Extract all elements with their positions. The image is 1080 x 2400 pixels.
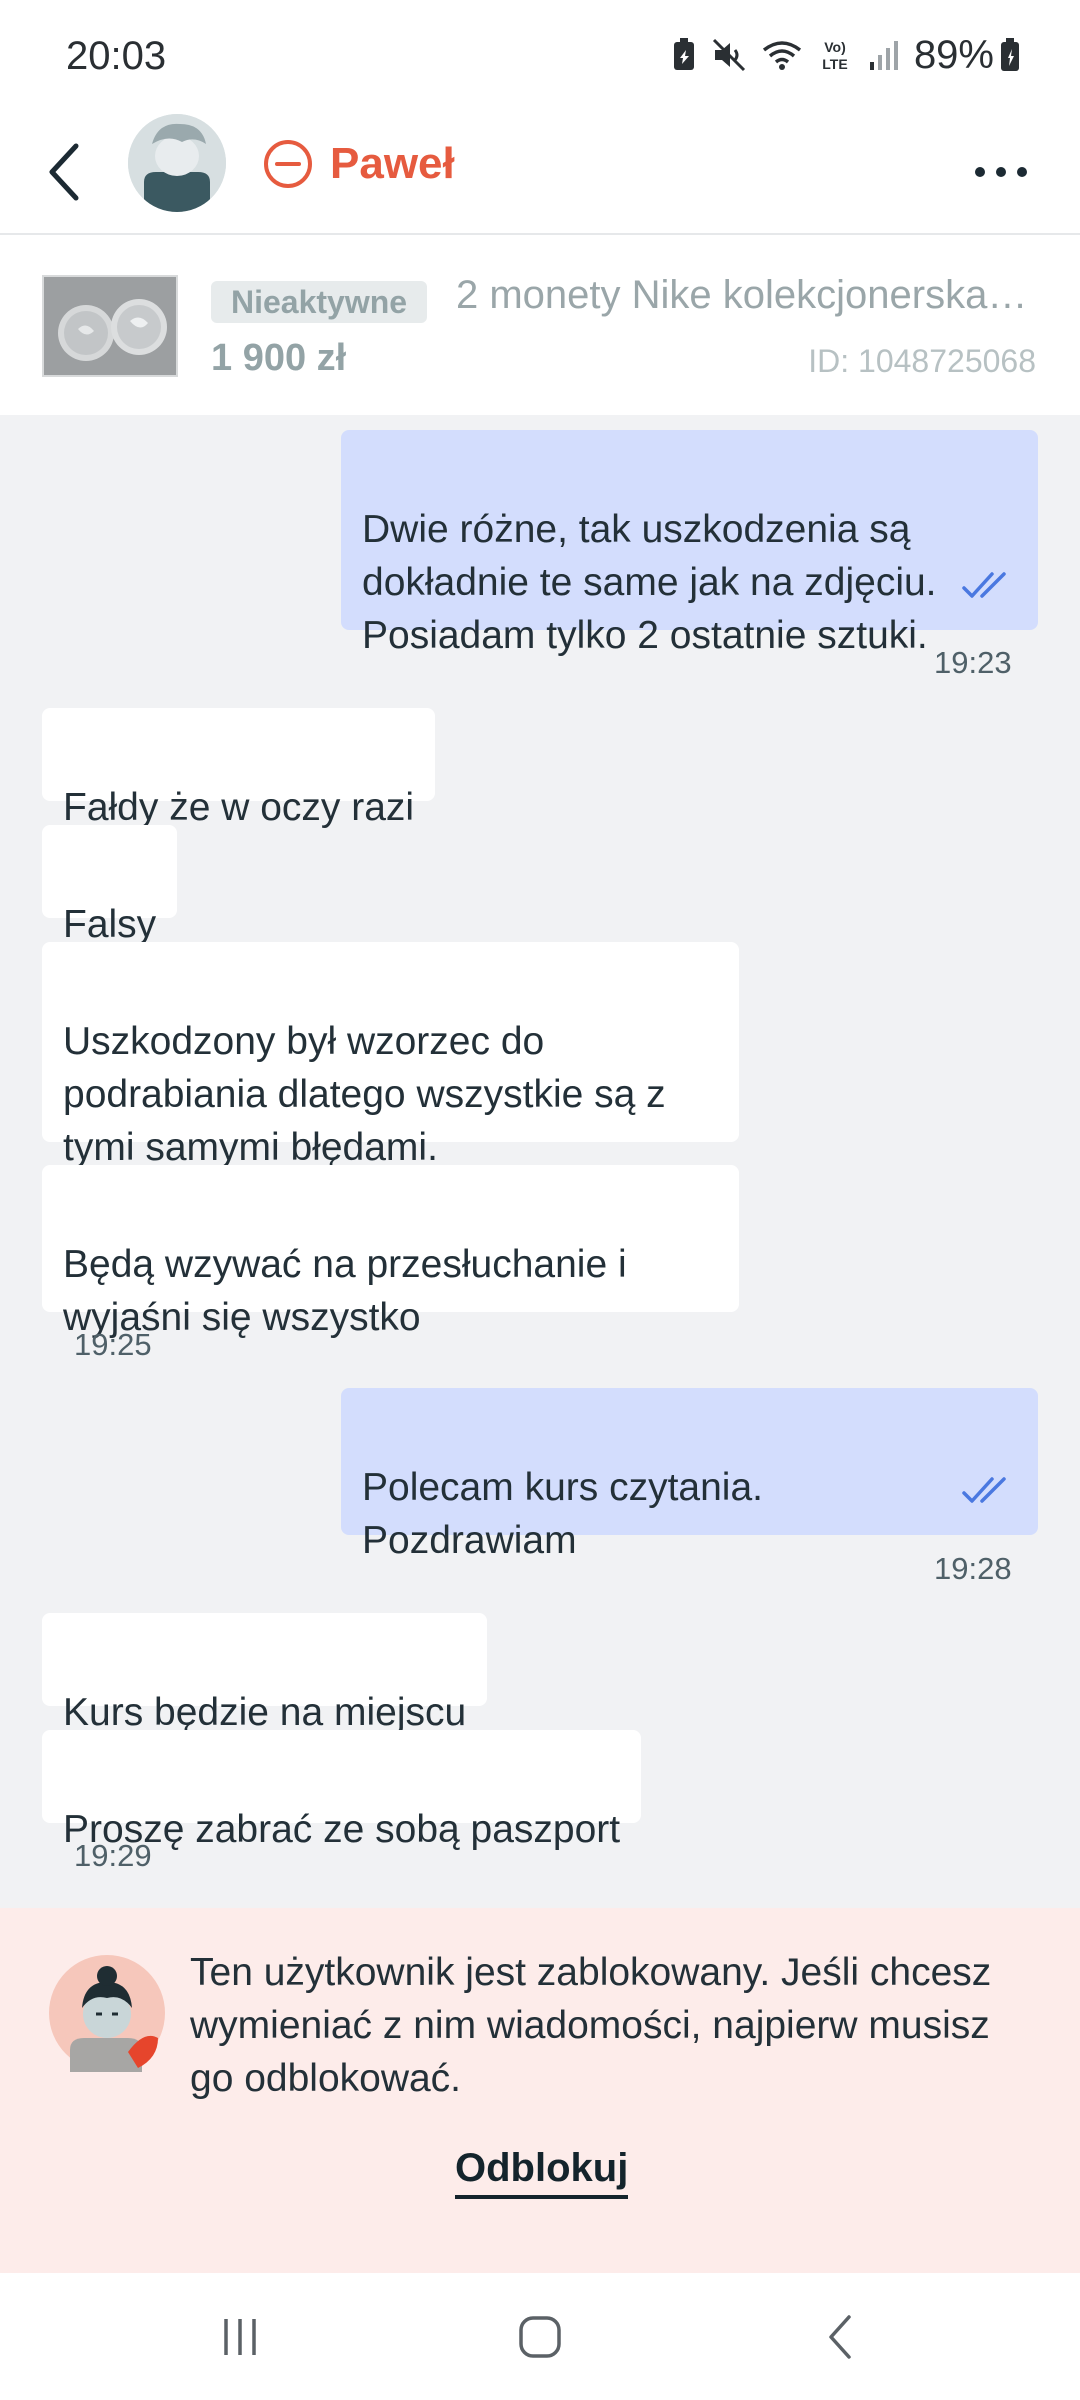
battery-saver-icon — [673, 38, 694, 70]
read-receipt-icon — [962, 572, 1006, 598]
chevron-left-icon — [49, 143, 79, 201]
contact-avatar[interactable] — [128, 114, 226, 212]
svg-text:LTE: LTE — [822, 56, 847, 72]
incoming-message[interactable]: Kurs będzie na miejscu — [42, 1613, 488, 1734]
volte-icon: Vo) LTE — [822, 39, 847, 72]
more-options-button[interactable] — [966, 142, 1036, 202]
recent-apps-button[interactable] — [200, 2305, 280, 2369]
status-bar: 20:03 Vo) LTE 89% — [0, 0, 1080, 110]
wifi-icon — [762, 41, 802, 70]
nav-back-button[interactable] — [800, 2305, 880, 2369]
chat-header: Paweł — [0, 110, 1080, 235]
avatar-placeholder-icon — [128, 114, 226, 212]
battery-percent: 89% — [913, 32, 994, 77]
item-thumbnail — [42, 275, 178, 377]
message-text: Polecam kurs czytania. Pozdrawiam — [362, 1466, 763, 1562]
unblock-button[interactable]: Odblokuj — [455, 2146, 629, 2199]
chat-messages[interactable]: Dwie różne, tak uszkodzenia są dokładnie… — [0, 415, 1080, 1908]
system-navbar — [0, 2273, 1080, 2400]
item-id: ID: 1048725068 — [808, 343, 1036, 379]
blocked-user-banner: Ten użytkownik jest zablokowany. Jeśli c… — [0, 1908, 1080, 2273]
item-title: 2 monety Nike kolekcjonerska 1… — [456, 273, 1036, 317]
item-card[interactable]: Nieaktywne 2 monety Nike kolekcjonerska … — [0, 237, 1080, 415]
signal-icon — [869, 41, 898, 70]
more-horizontal-icon — [975, 167, 1027, 177]
message-timestamp: 19:25 — [74, 1327, 152, 1362]
outgoing-message[interactable]: Dwie różne, tak uszkodzenia są dokładnie… — [341, 430, 1038, 657]
incoming-message[interactable]: Fałdy że w oczy razi — [42, 708, 436, 829]
back-icon — [829, 2315, 851, 2359]
message-text: Fałdy że w oczy razi — [63, 786, 415, 829]
mute-icon — [712, 38, 745, 72]
incoming-message[interactable]: Proszę zabrać ze sobą paszport — [42, 1730, 642, 1851]
status-icons: Vo) LTE 89% — [672, 30, 1020, 80]
contact-name-group[interactable]: Paweł — [262, 138, 455, 190]
message-timestamp: 19:29 — [74, 1838, 152, 1873]
message-text: Będą wzywać na przesłuchanie i wyjaśni s… — [63, 1243, 627, 1339]
message-timestamp: 19:23 — [934, 645, 1012, 680]
home-icon — [519, 2316, 561, 2358]
item-price: 1 900 zł — [211, 337, 347, 379]
blocked-message: Ten użytkownik jest zablokowany. Jeśli c… — [190, 1951, 992, 2100]
recent-apps-icon — [224, 2319, 256, 2355]
message-text: Uszkodzony był wzorzec do podrabiania dl… — [63, 1020, 666, 1169]
message-text: Kurs będzie na miejscu — [63, 1691, 467, 1734]
message-timestamp: 19:28 — [934, 1551, 1012, 1586]
outgoing-message[interactable]: Polecam kurs czytania. Pozdrawiam — [341, 1388, 1038, 1562]
svg-text:Vo): Vo) — [824, 39, 846, 55]
incoming-message[interactable]: Uszkodzony był wzorzec do podrabiania dl… — [42, 942, 739, 1169]
read-receipt-icon — [962, 1477, 1006, 1503]
battery-icon — [1001, 38, 1019, 71]
blocked-user-illustration — [49, 1955, 165, 2072]
back-button[interactable] — [34, 132, 94, 212]
message-text: Dwie różne, tak uszkodzenia są dokładnie… — [362, 508, 937, 657]
blocked-icon — [264, 140, 312, 188]
message-text: Falsy — [63, 903, 157, 946]
incoming-message[interactable]: Będą wzywać na przesłuchanie i wyjaśni s… — [42, 1165, 739, 1339]
incoming-message[interactable]: Falsy — [42, 825, 178, 946]
item-status-badge: Nieaktywne — [211, 281, 428, 323]
status-time: 20:03 — [66, 34, 167, 78]
contact-name: Paweł — [330, 139, 455, 188]
coins-image — [44, 277, 176, 375]
home-button[interactable] — [500, 2305, 580, 2369]
